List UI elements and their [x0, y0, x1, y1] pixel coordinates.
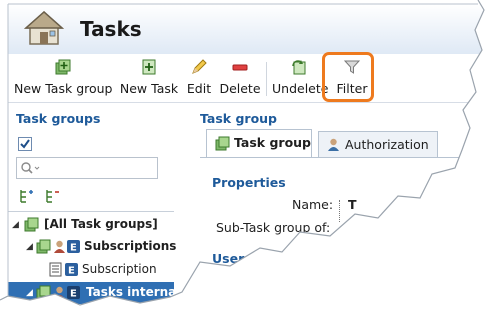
search-icon — [21, 162, 40, 174]
toolbar: New Task group New Task Edit Delete Unde… — [8, 54, 484, 103]
new-task-group-icon — [55, 59, 71, 75]
new-task-label: New Task — [119, 81, 179, 96]
tree-item-tasks-internal[interactable]: ◢ E Tasks internal — [8, 282, 180, 304]
tab-label: Authorization — [345, 137, 429, 152]
entity-icon: E — [65, 263, 78, 277]
user-icon — [54, 286, 65, 299]
task-group-icon — [215, 136, 230, 151]
tasks-window: Tasks New Task group New Task Edit Delet… — [0, 0, 491, 326]
show-all-checkbox[interactable] — [18, 137, 32, 151]
edit-button[interactable]: Edit — [184, 58, 214, 100]
checkmark-icon — [20, 139, 30, 149]
expand-all-icon[interactable] — [18, 188, 34, 204]
name-value[interactable]: T — [348, 197, 357, 212]
tree-item-all-task-groups[interactable]: ◢ [All Task groups] — [8, 214, 174, 236]
svg-text:E: E — [70, 289, 77, 300]
tree-item-label: [All Task groups] — [44, 217, 158, 231]
new-task-group-button[interactable]: New Task group — [14, 58, 113, 100]
task-group-icon — [24, 217, 39, 232]
tab-task-group[interactable]: Task group — [206, 129, 312, 157]
tree-item-label: Subscription — [82, 262, 157, 276]
svg-text:E: E — [68, 266, 75, 277]
home-icon — [24, 10, 64, 45]
new-task-icon — [142, 59, 156, 75]
properties-title: Properties — [212, 175, 286, 190]
expand-arrow-icon: ◢ — [26, 242, 33, 252]
user-icon — [328, 138, 339, 151]
user-fields-title: User fields — [212, 251, 287, 266]
entity-icon: E — [67, 240, 80, 254]
tree-item-subscription[interactable]: E Subscription — [8, 259, 174, 281]
new-task-button[interactable]: New Task — [118, 58, 180, 100]
undelete-icon — [292, 60, 306, 75]
page-title: Tasks — [80, 17, 142, 41]
entity-icon: E — [67, 286, 80, 300]
task-group-tree: ◢ [All Task groups] ◢ E Subscriptions E … — [8, 211, 180, 322]
toolbar-divider — [266, 62, 267, 96]
undelete-button[interactable]: Undelete — [272, 58, 329, 100]
expand-arrow-icon: ◢ — [12, 220, 19, 230]
delete-label: Delete — [219, 81, 261, 96]
tab-authorization[interactable]: Authorization — [318, 131, 438, 157]
search-input[interactable] — [16, 157, 158, 179]
tab-label: Task group — [234, 135, 312, 150]
filter-highlight — [322, 52, 374, 102]
task-groups-title: Task groups — [16, 111, 101, 126]
svg-text:E: E — [70, 243, 77, 254]
field-divider — [339, 200, 341, 222]
tree-item-label: Tasks internal — [86, 285, 181, 299]
task-group-title: Task group — [200, 111, 278, 126]
expand-arrow-icon: ◢ — [26, 288, 33, 298]
task-group-details: Properties Name: T Sub-Task group of: [A… — [200, 157, 490, 328]
tree-item-label: Subscriptions — [84, 239, 177, 253]
tree-item-subscriptions[interactable]: ◢ E Subscriptions — [8, 236, 177, 258]
page-header: Tasks — [8, 4, 484, 55]
user-icon — [54, 240, 65, 253]
task-list-icon — [49, 262, 62, 277]
task-group-icon — [36, 285, 51, 300]
undelete-label: Undelete — [272, 81, 329, 96]
new-task-group-label: New Task group — [14, 81, 113, 96]
collapse-all-icon[interactable] — [44, 188, 60, 204]
task-group-icon — [36, 239, 51, 254]
pencil-icon — [192, 59, 207, 74]
delete-button[interactable]: Delete — [218, 58, 262, 100]
edit-label: Edit — [186, 81, 212, 96]
delete-icon — [232, 64, 248, 71]
subgroup-label: Sub-Task group of: — [216, 220, 331, 235]
subgroup-value[interactable]: [A — [348, 220, 363, 235]
name-label: Name: — [292, 197, 334, 212]
